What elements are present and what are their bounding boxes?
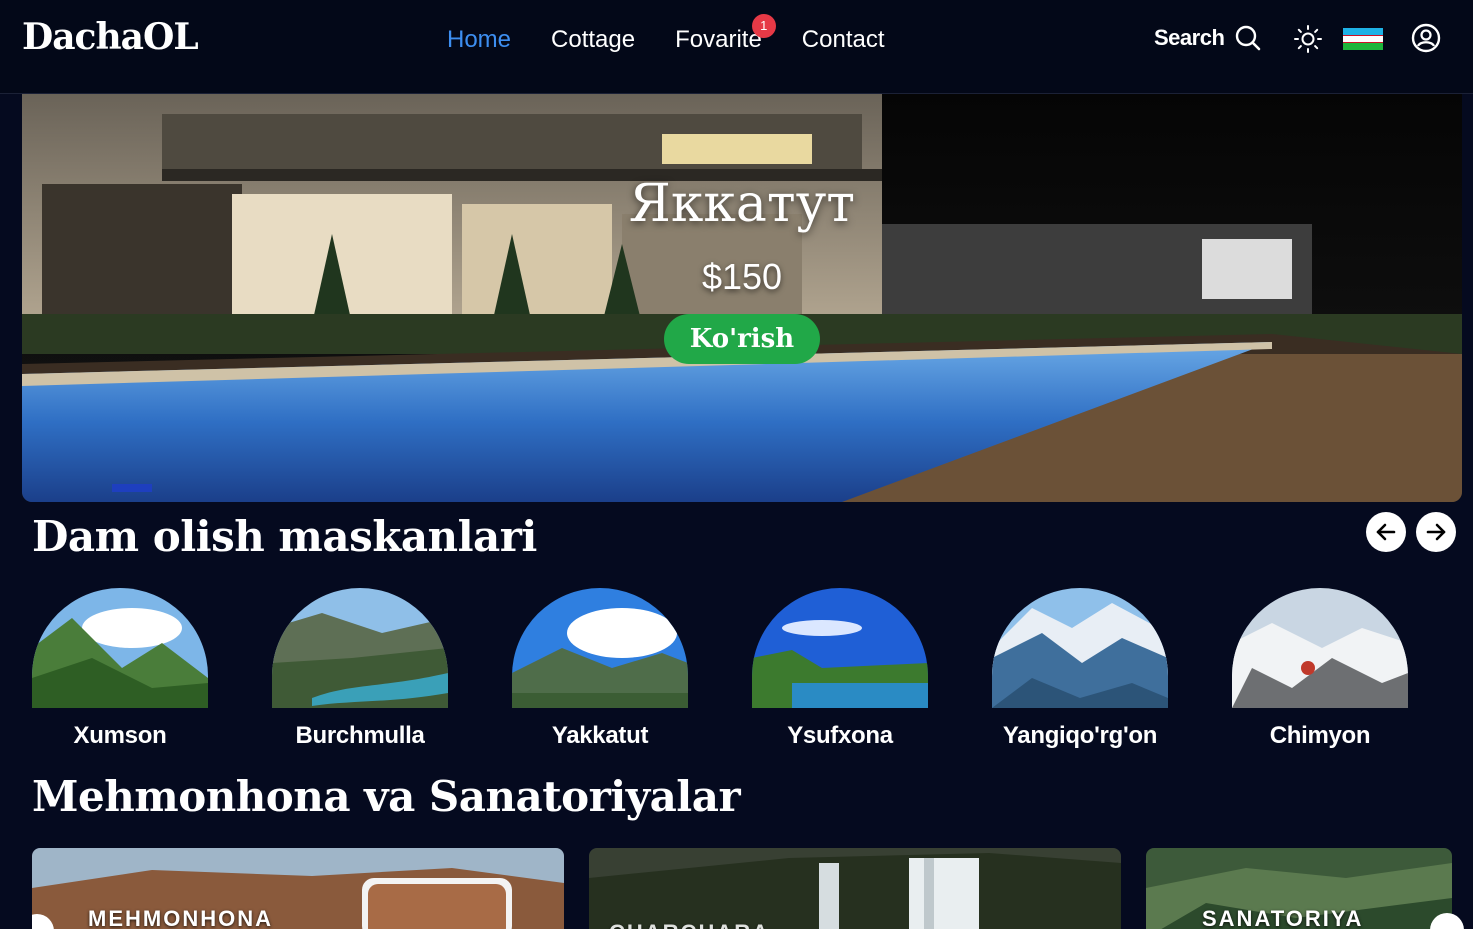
uzbekistan-flag-icon [1343,28,1383,50]
resort-name: Yangiqo'rg'on [1002,722,1158,749]
search-button[interactable]: Search [1154,24,1262,52]
arrow-left-icon [1376,523,1396,541]
navbar: DachaOL Home Cottage Fovarite 1 Contact … [0,0,1473,94]
sun-icon [1294,25,1322,53]
hero-price: $150 [701,256,783,297]
resort-name: Burchmulla [295,722,425,749]
resorts-section-title: Dam olish maskanlari [32,512,537,561]
resort-card-yakkatut[interactable]: Yakkatut [512,588,688,750]
hotel-card-charchara[interactable]: CHARCHARA [589,848,1121,929]
resort-card-yangiqorgon[interactable]: Yangiqo'rg'on [992,588,1168,750]
user-circle-icon [1411,23,1441,53]
resort-image [32,588,208,708]
hotel-image [589,848,1121,929]
resort-card-xumson[interactable]: Xumson [32,588,208,750]
language-switch-button[interactable] [1343,28,1383,50]
resort-image [752,588,928,708]
hero-title: Яккатут [628,174,856,234]
hotel-card-label: SANATORIYA [1202,906,1364,929]
resort-name: Xumson [73,722,167,749]
theme-toggle-button[interactable] [1293,24,1323,59]
carousel-next-button[interactable] [1416,512,1456,552]
nav-favorite-label: Fovarite [675,26,762,53]
favorite-count-badge: 1 [751,14,776,38]
nav-cottage-link[interactable]: Cottage [551,26,635,54]
nav-favorite-link[interactable]: Fovarite 1 [675,14,776,54]
resort-name: Ysufxona [787,722,893,749]
profile-button[interactable] [1410,22,1442,59]
resort-image [992,588,1168,708]
logo[interactable]: DachaOL [22,16,199,58]
nav-contact-link[interactable]: Contact [802,26,885,54]
search-label: Search [1154,25,1225,50]
resort-card-ysufxona[interactable]: Ysufxona [752,588,928,750]
resort-image [1232,588,1408,708]
hotel-card-sanatoriya[interactable]: SANATORIYA [1146,848,1452,929]
resort-image [512,588,688,708]
resort-card-burchmulla[interactable]: Burchmulla [272,588,448,750]
carousel-prev-button[interactable] [1366,512,1406,552]
hero-banner: Яккатут $150 Ko'rish [22,94,1462,502]
nav-home-link[interactable]: Home [447,26,511,54]
resort-image [272,588,448,708]
hotel-card-label: MEHMONHONA [88,906,273,929]
resort-name: Chimyon [1269,722,1371,749]
main-nav: Home Cottage Fovarite 1 Contact [447,14,925,54]
hotel-card-mehmonhona[interactable]: MEHMONHONA [32,848,564,929]
search-icon [1236,25,1261,51]
hotels-section-title: Mehmonhona va Sanatoriyalar [32,772,741,821]
arrow-right-icon [1426,523,1446,541]
hotel-card-label: CHARCHARA [609,920,770,929]
resort-card-chimyon[interactable]: Chimyon [1232,588,1408,750]
hero-image [22,94,1462,502]
view-button[interactable]: Ko'rish [664,314,820,364]
resort-name: Yakkatut [551,722,649,749]
